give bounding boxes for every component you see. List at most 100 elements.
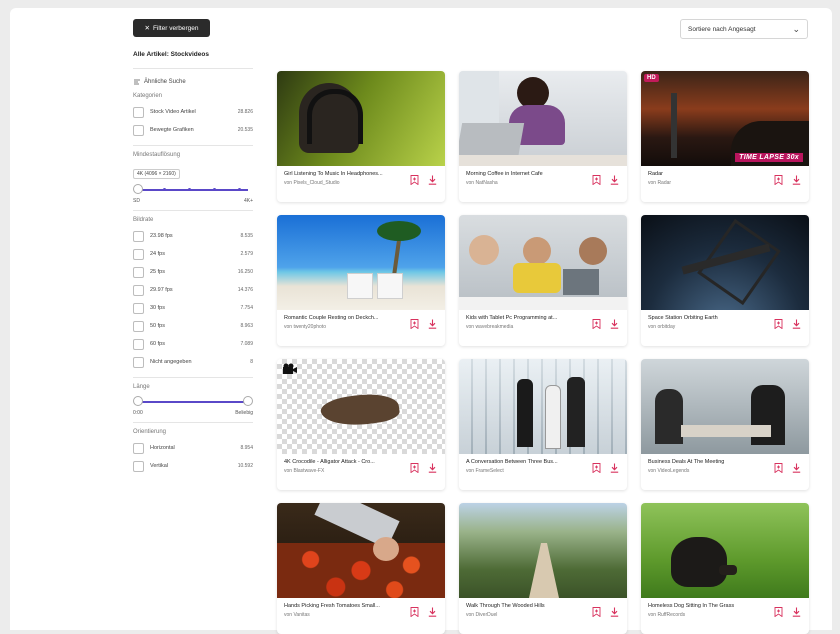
slider-handle-min[interactable] xyxy=(133,396,143,406)
video-thumbnail[interactable] xyxy=(641,215,809,310)
download-icon[interactable] xyxy=(610,607,619,617)
checkbox[interactable] xyxy=(133,320,144,332)
checkbox[interactable] xyxy=(133,356,144,368)
video-title[interactable]: Radar xyxy=(648,171,766,177)
video-thumbnail[interactable] xyxy=(277,359,445,454)
download-icon[interactable] xyxy=(428,463,437,473)
download-icon[interactable] xyxy=(792,319,801,329)
fps-row[interactable]: 60 fps 7.089 xyxy=(133,335,253,353)
fps-row[interactable]: 29.97 fps 14.376 xyxy=(133,281,253,299)
video-card[interactable]: Space Station Orbiting Earth von orbitday xyxy=(641,215,809,346)
video-author[interactable]: von VideoLegends xyxy=(648,468,766,474)
video-author[interactable]: von Pixels_Cloud_Studio xyxy=(284,180,402,186)
slider-handle[interactable] xyxy=(133,184,143,194)
video-title[interactable]: Kids with Tablet Pc Programming at... xyxy=(466,315,584,321)
video-author[interactable]: von wavebreakmedia xyxy=(466,324,584,330)
download-icon[interactable] xyxy=(792,175,801,185)
download-icon[interactable] xyxy=(792,607,801,617)
bookmark-plus-icon[interactable] xyxy=(410,319,419,329)
bookmark-plus-icon[interactable] xyxy=(774,463,783,473)
video-thumbnail[interactable] xyxy=(641,503,809,598)
video-card[interactable]: Morning Coffee in Internet Cafe von NatNa… xyxy=(459,71,627,202)
bookmark-plus-icon[interactable] xyxy=(592,607,601,617)
bookmark-plus-icon[interactable] xyxy=(592,175,601,185)
video-author[interactable]: von twenty20photo xyxy=(284,324,402,330)
video-title[interactable]: Romantic Couple Resting on Deckch... xyxy=(284,315,402,321)
video-thumbnail[interactable] xyxy=(459,503,627,598)
hide-filters-button[interactable]: ✕ Filter verbergen xyxy=(133,19,210,37)
slider-handle-max[interactable] xyxy=(243,396,253,406)
download-icon[interactable] xyxy=(610,175,619,185)
video-title[interactable]: Walk Through The Wooded Hills xyxy=(466,603,584,609)
fps-row[interactable]: 24 fps 2.579 xyxy=(133,245,253,263)
video-title[interactable]: 4K Crocodile - Alligator Attack - Cro... xyxy=(284,459,402,465)
bookmark-plus-icon[interactable] xyxy=(410,175,419,185)
video-thumbnail[interactable] xyxy=(641,359,809,454)
video-title[interactable]: Business Deals At The Meeting xyxy=(648,459,766,465)
video-author[interactable]: von RuffRecords xyxy=(648,612,766,618)
bookmark-plus-icon[interactable] xyxy=(592,463,601,473)
video-thumbnail[interactable] xyxy=(277,503,445,598)
video-title[interactable]: Morning Coffee in Internet Cafe xyxy=(466,171,584,177)
checkbox[interactable] xyxy=(133,106,144,118)
video-thumbnail[interactable] xyxy=(459,215,627,310)
category-row[interactable]: Stock Video Artikel 28.826 xyxy=(133,103,253,121)
video-card[interactable]: Girl Listening To Music In Headphones...… xyxy=(277,71,445,202)
video-thumbnail[interactable]: HD TIME LAPSE 30x xyxy=(641,71,809,166)
video-title[interactable]: Space Station Orbiting Earth xyxy=(648,315,766,321)
checkbox[interactable] xyxy=(133,302,144,314)
video-author[interactable]: von Blastwave-FX xyxy=(284,468,402,474)
video-author[interactable]: von orbitday xyxy=(648,324,766,330)
fps-row[interactable]: 25 fps 16.250 xyxy=(133,263,253,281)
checkbox[interactable] xyxy=(133,442,144,454)
download-icon[interactable] xyxy=(610,319,619,329)
checkbox[interactable] xyxy=(133,248,144,260)
video-thumbnail[interactable] xyxy=(277,215,445,310)
video-card[interactable]: Hands Picking Fresh Tomatoes Small... von… xyxy=(277,503,445,634)
download-icon[interactable] xyxy=(428,319,437,329)
video-title[interactable]: Girl Listening To Music In Headphones... xyxy=(284,171,402,177)
bookmark-plus-icon[interactable] xyxy=(410,463,419,473)
video-title[interactable]: A Conversation Between Three Bus... xyxy=(466,459,584,465)
checkbox[interactable] xyxy=(133,460,144,472)
video-author[interactable]: von FrameSelect xyxy=(466,468,584,474)
video-card[interactable]: Romantic Couple Resting on Deckch... von … xyxy=(277,215,445,346)
video-thumbnail[interactable] xyxy=(459,71,627,166)
video-thumbnail[interactable] xyxy=(277,71,445,166)
checkbox[interactable] xyxy=(133,266,144,278)
download-icon[interactable] xyxy=(428,607,437,617)
orientation-row[interactable]: Vertikal 10.592 xyxy=(133,457,253,475)
video-author[interactable]: von Vanitas xyxy=(284,612,402,618)
sort-select[interactable]: Sortiere nach Angesagt ⌄ xyxy=(680,19,808,39)
video-card[interactable]: HD TIME LAPSE 30x Radar von Radar xyxy=(641,71,809,202)
video-title[interactable]: Hands Picking Fresh Tomatoes Small... xyxy=(284,603,402,609)
video-card[interactable]: Business Deals At The Meeting von VideoLe… xyxy=(641,359,809,490)
length-slider[interactable] xyxy=(133,394,253,410)
bookmark-plus-icon[interactable] xyxy=(774,607,783,617)
video-author[interactable]: von DiverDuel xyxy=(466,612,584,618)
video-card[interactable]: Kids with Tablet Pc Programming at... von… xyxy=(459,215,627,346)
checkbox[interactable] xyxy=(133,338,144,350)
fps-row[interactable]: 50 fps 8.963 xyxy=(133,317,253,335)
fps-row[interactable]: Nicht angegeben 8 xyxy=(133,353,253,371)
bookmark-plus-icon[interactable] xyxy=(592,319,601,329)
video-thumbnail[interactable] xyxy=(459,359,627,454)
bookmark-plus-icon[interactable] xyxy=(410,607,419,617)
download-icon[interactable] xyxy=(610,463,619,473)
download-icon[interactable] xyxy=(792,463,801,473)
video-card[interactable]: A Conversation Between Three Bus... von F… xyxy=(459,359,627,490)
video-card[interactable]: Walk Through The Wooded Hills von DiverDu… xyxy=(459,503,627,634)
category-row[interactable]: Bewegte Grafiken 20.535 xyxy=(133,121,253,139)
resolution-slider[interactable] xyxy=(133,182,253,198)
checkbox[interactable] xyxy=(133,124,144,136)
checkbox[interactable] xyxy=(133,230,144,242)
checkbox[interactable] xyxy=(133,284,144,296)
bookmark-plus-icon[interactable] xyxy=(774,175,783,185)
orientation-row[interactable]: Horizontal 8.954 xyxy=(133,439,253,457)
fps-row[interactable]: 30 fps 7.754 xyxy=(133,299,253,317)
video-card[interactable]: Homeless Dog Sitting In The Grass von Ruf… xyxy=(641,503,809,634)
video-card[interactable]: 4K Crocodile - Alligator Attack - Cro...… xyxy=(277,359,445,490)
similar-search-link[interactable]: Ähnliche Suche xyxy=(133,75,253,89)
download-icon[interactable] xyxy=(428,175,437,185)
video-title[interactable]: Homeless Dog Sitting In The Grass xyxy=(648,603,766,609)
